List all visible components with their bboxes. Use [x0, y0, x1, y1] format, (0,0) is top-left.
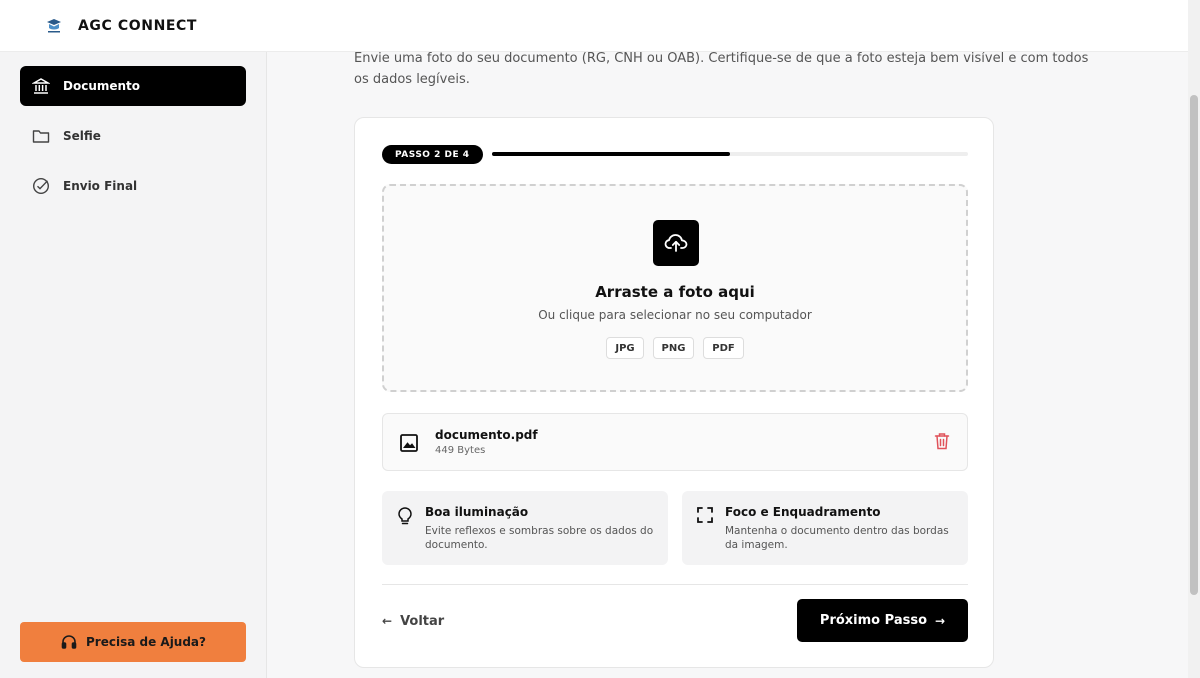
next-button-label: Próximo Passo [819, 613, 927, 628]
scrollbar-thumb[interactable] [1190, 95, 1198, 595]
tip-text: Evite reflexos e sombras sobre os dados … [425, 525, 654, 551]
arrow-right-icon: → [935, 613, 946, 628]
sidebar-item-label: Documento [63, 79, 141, 93]
format-badge: PDF [703, 337, 744, 359]
bank-icon [31, 76, 51, 96]
tip-title: Foco e Enquadramento [725, 505, 881, 519]
folder-icon [31, 126, 51, 146]
progress-bar [492, 152, 968, 156]
focus-frame-icon [696, 506, 714, 526]
arrow-left-icon: ← [382, 614, 393, 628]
sidebar-item-selfie[interactable]: Selfie [20, 116, 246, 156]
scrollbar[interactable] [1188, 0, 1200, 678]
back-button-label: Voltar [400, 613, 445, 629]
brand-name: AGC CONNECT [78, 17, 198, 34]
sidebar-item-envio-final[interactable]: Envio Final [20, 166, 246, 206]
top-header: AGC CONNECT [0, 0, 1188, 52]
dropzone-subtitle: Ou clique para selecionar no seu computa… [538, 308, 812, 322]
help-button[interactable]: Precisa de Ajuda? [20, 622, 246, 662]
dropzone-title: Arraste a foto aqui [595, 283, 755, 301]
tip-text: Mantenha o documento dentro das bordas d… [725, 525, 949, 551]
sidebar-item-label: Selfie [63, 129, 101, 143]
shield-logo-icon [44, 17, 64, 35]
step-badge: PASSO 2 DE 4 [382, 145, 483, 164]
intro-text: Envie uma foto do seu documento (RG, CNH… [354, 51, 1089, 87]
cloud-upload-icon [653, 220, 699, 266]
progress-fill [492, 152, 730, 156]
sidebar: Documento Selfie Envio Final Precisa de … [0, 52, 267, 678]
back-button[interactable]: ← Voltar [382, 612, 444, 630]
help-button-label: Precisa de Ajuda? [86, 635, 206, 649]
image-icon [399, 433, 419, 453]
uploaded-file: documento.pdf 449 Bytes [382, 413, 968, 471]
file-name: documento.pdf [435, 428, 538, 442]
sidebar-item-documento[interactable]: Documento [20, 66, 246, 106]
divider [382, 584, 968, 585]
upload-card: PASSO 2 DE 4 Arraste a foto aqui Ou cliq… [354, 117, 994, 668]
next-step-button[interactable]: Próximo Passo → [797, 599, 968, 642]
format-list: JPG PNG PDF [384, 337, 966, 359]
upload-dropzone[interactable]: Arraste a foto aqui Ou clique para selec… [382, 184, 968, 392]
sidebar-item-label: Envio Final [63, 179, 138, 193]
check-circle-icon [31, 176, 51, 196]
tip-card-focus: Foco e Enquadramento Mantenha o document… [682, 491, 968, 565]
tip-title: Boa iluminação [425, 505, 529, 519]
file-size: 449 Bytes [435, 445, 486, 456]
format-badge: JPG [606, 337, 644, 359]
lightbulb-icon [396, 506, 414, 526]
tip-card-lighting: Boa iluminação Evite reflexos e sombras … [382, 491, 668, 565]
format-badge: PNG [653, 337, 694, 359]
headset-icon [60, 633, 78, 651]
trash-icon[interactable] [934, 432, 950, 450]
